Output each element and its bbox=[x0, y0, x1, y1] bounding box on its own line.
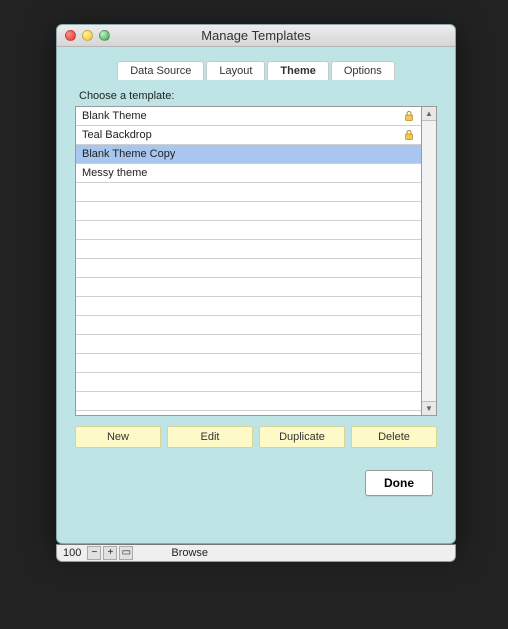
manage-templates-window: Manage Templates Data Source Layout Them… bbox=[56, 24, 456, 544]
window-body: Data Source Layout Theme Options Choose … bbox=[57, 47, 455, 508]
zoom-value: 100 bbox=[57, 547, 85, 559]
edit-button[interactable]: Edit bbox=[167, 426, 253, 448]
list-item[interactable]: Blank Theme Copy bbox=[76, 145, 421, 164]
scrollbar[interactable]: ▲ ▼ bbox=[422, 106, 437, 416]
scroll-down-button[interactable]: ▼ bbox=[422, 401, 436, 415]
tab-data-source[interactable]: Data Source bbox=[117, 61, 204, 80]
template-name: Blank Theme bbox=[82, 107, 147, 126]
scroll-up-button[interactable]: ▲ bbox=[422, 107, 436, 121]
titlebar: Manage Templates bbox=[57, 25, 455, 47]
template-name: Teal Backdrop bbox=[82, 126, 152, 145]
zoom-out-button[interactable]: − bbox=[87, 546, 101, 560]
zoom-in-button[interactable]: + bbox=[103, 546, 117, 560]
template-list[interactable]: Blank ThemeTeal BackdropBlank Theme Copy… bbox=[75, 106, 422, 416]
list-item[interactable]: Teal Backdrop bbox=[76, 126, 421, 145]
lock-icon bbox=[403, 110, 415, 122]
list-item[interactable]: Messy theme bbox=[76, 164, 421, 183]
choose-template-label: Choose a template: bbox=[79, 90, 437, 102]
action-button-row: New Edit Duplicate Delete bbox=[75, 426, 437, 448]
new-button[interactable]: New bbox=[75, 426, 161, 448]
list-item[interactable] bbox=[76, 278, 421, 297]
template-name: Blank Theme Copy bbox=[82, 145, 175, 164]
mode-label: Browse bbox=[171, 547, 208, 559]
tab-options[interactable]: Options bbox=[331, 61, 395, 80]
lock-icon bbox=[403, 129, 415, 141]
window-title: Manage Templates bbox=[57, 28, 455, 43]
list-item[interactable] bbox=[76, 259, 421, 278]
tab-theme[interactable]: Theme bbox=[267, 61, 328, 80]
list-item[interactable] bbox=[76, 373, 421, 392]
zoom-menu-button[interactable]: ▭ bbox=[119, 546, 133, 560]
done-button[interactable]: Done bbox=[365, 470, 433, 496]
template-list-container: Blank ThemeTeal BackdropBlank Theme Copy… bbox=[75, 106, 437, 416]
list-item[interactable] bbox=[76, 316, 421, 335]
list-item[interactable]: Blank Theme bbox=[76, 107, 421, 126]
status-bar: 100 − + ▭ Browse bbox=[56, 544, 456, 562]
tab-layout[interactable]: Layout bbox=[206, 61, 265, 80]
list-item[interactable] bbox=[76, 354, 421, 373]
list-item[interactable] bbox=[76, 221, 421, 240]
list-item[interactable] bbox=[76, 392, 421, 411]
scroll-track[interactable] bbox=[422, 121, 436, 401]
list-item[interactable] bbox=[76, 297, 421, 316]
duplicate-button[interactable]: Duplicate bbox=[259, 426, 345, 448]
tab-bar: Data Source Layout Theme Options bbox=[75, 61, 437, 80]
done-row: Done bbox=[75, 470, 437, 496]
list-item[interactable] bbox=[76, 335, 421, 354]
list-item[interactable] bbox=[76, 183, 421, 202]
delete-button[interactable]: Delete bbox=[351, 426, 437, 448]
template-name: Messy theme bbox=[82, 164, 147, 183]
list-item[interactable] bbox=[76, 240, 421, 259]
list-item[interactable] bbox=[76, 202, 421, 221]
